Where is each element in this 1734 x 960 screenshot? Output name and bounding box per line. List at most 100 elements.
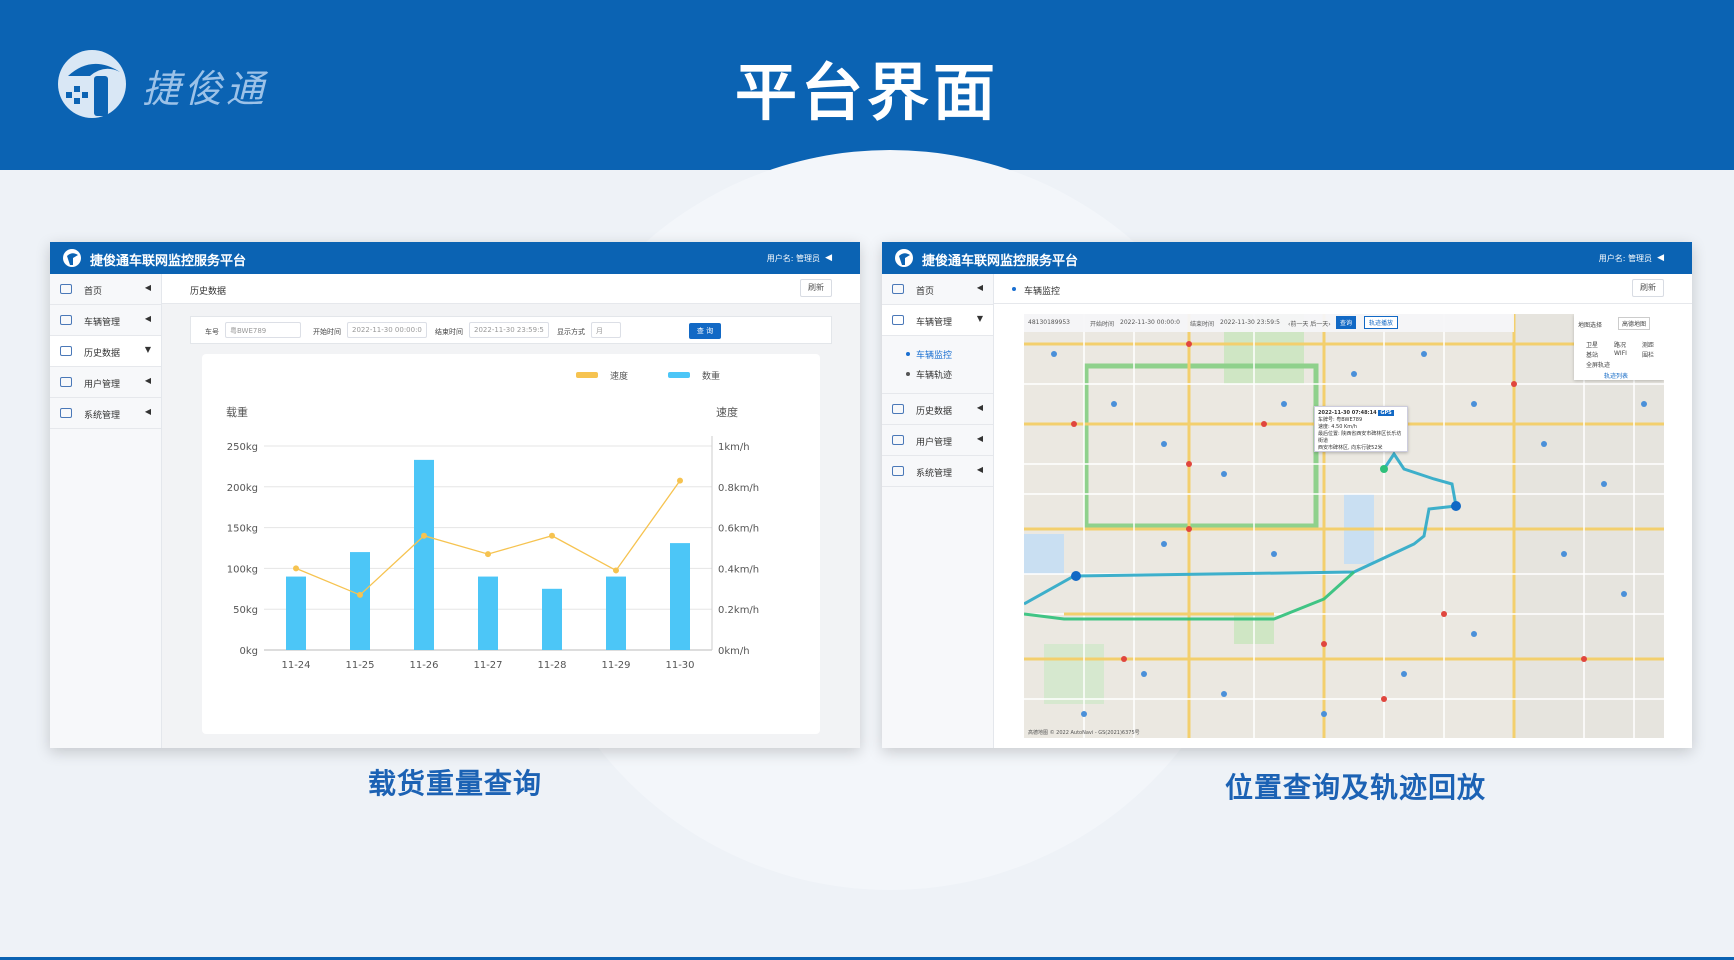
sidebar-item-home[interactable]: 首页 ◀ xyxy=(882,274,993,305)
bullet-icon xyxy=(906,352,910,356)
layer-option[interactable]: 测距 xyxy=(1642,340,1654,349)
layer-option[interactable]: 全屏轨迹 xyxy=(1586,360,1610,369)
y-right-tick-label: 0.8km/h xyxy=(718,483,759,494)
layer-option[interactable]: WIFI xyxy=(1614,350,1627,357)
device-id: 48130189953 xyxy=(1028,319,1070,326)
filter-bar: 车号 粤BWE789 开始时间 2022-11-30 00:00:0 结束时间 … xyxy=(190,316,832,344)
app-logo-icon xyxy=(63,249,81,267)
speed-point xyxy=(357,591,363,598)
caret-down-icon: ▼ xyxy=(976,314,983,323)
caret-left-icon: ◀ xyxy=(144,283,151,292)
display-mode-select[interactable]: 月 xyxy=(591,322,621,338)
sidebar-subitem-label: 车辆监控 xyxy=(916,351,953,361)
sidebar-item-label: 历史数据 xyxy=(84,349,121,359)
legend-label-weight: 数重 xyxy=(702,370,720,382)
layer-option[interactable]: 卫星 xyxy=(1586,340,1598,349)
vehicle-info-popup: 2022-11-30 07:48:14 GPS 车牌号: 粤BWE789 速度:… xyxy=(1314,406,1408,452)
sidebar-item-history[interactable]: 历史数据 ◀ xyxy=(882,394,993,425)
collapse-icon[interactable]: ◀ xyxy=(1657,253,1664,263)
sidebar-item-home[interactable]: 首页 ◀ xyxy=(50,274,161,305)
list-icon xyxy=(60,377,72,387)
sidebar-item-vehicles[interactable]: 车辆管理 ▼ xyxy=(882,305,993,336)
y-right-tick-label: 0.2km/h xyxy=(718,605,759,616)
map-canvas[interactable] xyxy=(1024,314,1664,738)
sidebar-item-label: 首页 xyxy=(84,287,103,297)
sidebar-item-label: 车辆管理 xyxy=(916,318,953,328)
speed-point xyxy=(293,565,299,572)
y-right-tick-label: 0.6km/h xyxy=(718,524,759,535)
speed-point xyxy=(613,567,619,574)
caret-left-icon: ◀ xyxy=(976,283,983,292)
caption-track-playback: 位置查询及轨迹回放 xyxy=(1225,771,1487,804)
truck-icon xyxy=(892,315,904,325)
chart-card: 0kg 50kg 100kg 150kg 200kg 250kg 0km/h 0.2km/h 0… xyxy=(202,354,820,734)
day-nav-links[interactable]: ‹前一天 后一天› xyxy=(1288,319,1331,328)
speed-point xyxy=(677,477,683,484)
start-time-input[interactable]: 2022-11-30 00:00:0 xyxy=(1120,319,1180,326)
y-right-tick-label: 0km/h xyxy=(718,646,750,657)
sidebar-item-label: 首页 xyxy=(916,287,935,297)
plate-label: 车号 xyxy=(205,328,219,336)
caret-left-icon: ◀ xyxy=(976,434,983,443)
x-tick-label: 11-27 xyxy=(473,660,502,671)
end-time-input[interactable]: 2022-11-30 23:59:5 xyxy=(1220,319,1280,326)
caret-left-icon: ◀ xyxy=(144,314,151,323)
header-banner: 捷俊通 平台界面 xyxy=(0,0,1734,170)
legend-swatch-weight xyxy=(668,372,690,378)
start-time-label: 开始时间 xyxy=(313,328,341,336)
track-list-link[interactable]: 轨迹列表 xyxy=(1604,371,1628,380)
caret-left-icon: ◀ xyxy=(976,465,983,474)
popup-location: 最后位置: 陕西省西安市碑林区长乐坊街道 xyxy=(1318,431,1402,444)
monitor-icon xyxy=(892,466,904,476)
y-left-tick-label: 50kg xyxy=(233,605,258,616)
map-type-select[interactable]: 高德地图 xyxy=(1618,317,1651,330)
sidebar-item-label: 系统管理 xyxy=(84,411,121,421)
end-time-input[interactable]: 2022-11-30 23:59:5 xyxy=(469,322,549,338)
sidebar-item-history[interactable]: 历史数据 ▼ xyxy=(50,336,161,367)
caret-left-icon: ◀ xyxy=(144,407,151,416)
vehicle-monitor-screenshot: 捷俊通车联网监控服务平台 用户名: 管理员 ◀ 首页 ◀ 车辆管理 ▼ 车辆监控 车… xyxy=(882,242,1692,748)
map-select-label: 地图选择 xyxy=(1578,322,1603,329)
weight-bar xyxy=(350,552,370,650)
x-tick-label: 11-30 xyxy=(665,660,694,671)
line-chart-icon xyxy=(60,346,72,356)
layer-option[interactable]: 基站 xyxy=(1586,350,1598,359)
sidebar-item-users[interactable]: 用户管理 ◀ xyxy=(882,425,993,456)
weight-speed-chart: 0kg 50kg 100kg 150kg 200kg 250kg 0km/h 0.2km/h 0… xyxy=(226,370,759,671)
weight-bar xyxy=(670,543,690,650)
sidebar-item-system[interactable]: 系统管理 ◀ xyxy=(50,398,161,429)
sidebar-subitem-track[interactable]: 车辆轨迹 xyxy=(882,364,993,384)
bullet-icon xyxy=(1012,287,1016,291)
vehicle-map[interactable]: 48130189953 开始时间 2022-11-30 00:00:0 结束时间… xyxy=(1024,314,1664,738)
map-query-button[interactable]: 查询 xyxy=(1336,316,1357,329)
start-time-input[interactable]: 2022-11-30 00:00:0 xyxy=(347,322,427,338)
layer-option[interactable]: 路况 xyxy=(1614,340,1626,349)
map-layer-panel: 地图选择 高德地图 卫星 路况 测距 基站 WIFI 围栏 全屏轨迹 轨迹列表 xyxy=(1574,314,1664,380)
sidebar-item-label: 历史数据 xyxy=(916,407,953,417)
speed-point xyxy=(485,551,491,558)
caption-weight-query: 载货重量查询 xyxy=(368,767,543,800)
playback-button[interactable]: 轨迹播放 xyxy=(1364,316,1399,329)
sidebar-item-users[interactable]: 用户管理 ◀ xyxy=(50,367,161,398)
popup-speed: 速度: 4.50 Km/h xyxy=(1318,424,1357,430)
popup-plate: 车牌号: 粤BWE789 xyxy=(1318,417,1363,423)
page-title: 平台界面 xyxy=(734,56,999,129)
collapse-icon[interactable]: ◀ xyxy=(825,253,832,263)
sidebar-item-system[interactable]: 系统管理 ◀ xyxy=(882,456,993,487)
monitor-main: 48130189953 开始时间 2022-11-30 00:00:0 结束时间… xyxy=(994,304,1692,748)
refresh-button[interactable]: 刷新 xyxy=(800,279,832,297)
query-button[interactable]: 查 询 xyxy=(689,323,721,339)
truck-icon xyxy=(60,315,72,325)
layer-option[interactable]: 围栏 xyxy=(1642,350,1654,359)
app-logo-icon xyxy=(895,249,913,267)
user-label[interactable]: 用户名: 管理员 xyxy=(1599,253,1652,264)
sidebar-item-label: 车辆管理 xyxy=(84,318,121,328)
caret-left-icon: ◀ xyxy=(144,376,151,385)
refresh-button[interactable]: 刷新 xyxy=(1632,279,1664,297)
sidebar-subitem-monitor[interactable]: 车辆监控 xyxy=(882,344,993,364)
user-label[interactable]: 用户名: 管理员 xyxy=(767,253,820,264)
sidebar-item-vehicles[interactable]: 车辆管理 ◀ xyxy=(50,305,161,336)
bullet-icon xyxy=(906,372,910,376)
app-header: 捷俊通车联网监控服务平台 用户名: 管理员 ◀ xyxy=(50,242,860,274)
plate-input[interactable]: 粤BWE789 xyxy=(225,322,301,338)
